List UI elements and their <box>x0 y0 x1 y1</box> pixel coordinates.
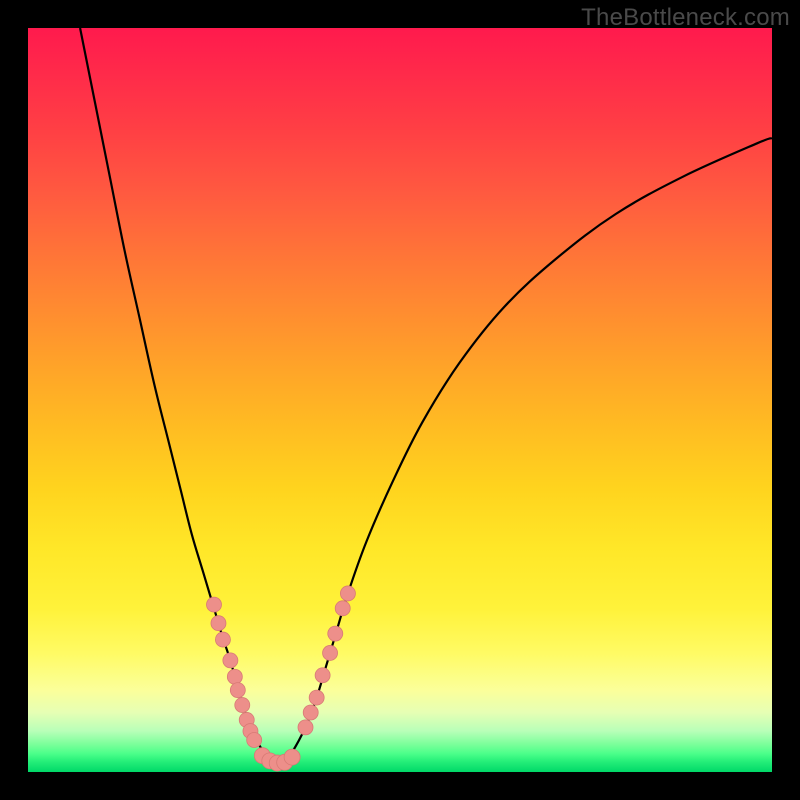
plot-area <box>28 28 772 772</box>
data-marker <box>223 653 238 668</box>
data-marker <box>215 632 230 647</box>
data-marker <box>323 645 338 660</box>
data-marker <box>207 597 222 612</box>
data-marker <box>284 749 300 765</box>
data-marker <box>298 720 313 735</box>
chart-svg <box>28 28 772 772</box>
left-curve <box>80 28 277 763</box>
data-markers <box>207 586 356 771</box>
right-curve <box>285 138 772 763</box>
data-marker <box>303 705 318 720</box>
data-marker <box>247 733 262 748</box>
data-marker <box>227 669 242 684</box>
data-marker <box>211 616 226 631</box>
chart-frame: TheBottleneck.com <box>0 0 800 800</box>
watermark-text: TheBottleneck.com <box>581 4 790 32</box>
data-marker <box>328 626 343 641</box>
data-marker <box>315 668 330 683</box>
data-marker <box>340 586 355 601</box>
data-marker <box>335 601 350 616</box>
data-marker <box>230 683 245 698</box>
data-marker <box>235 698 250 713</box>
data-marker <box>309 690 324 705</box>
